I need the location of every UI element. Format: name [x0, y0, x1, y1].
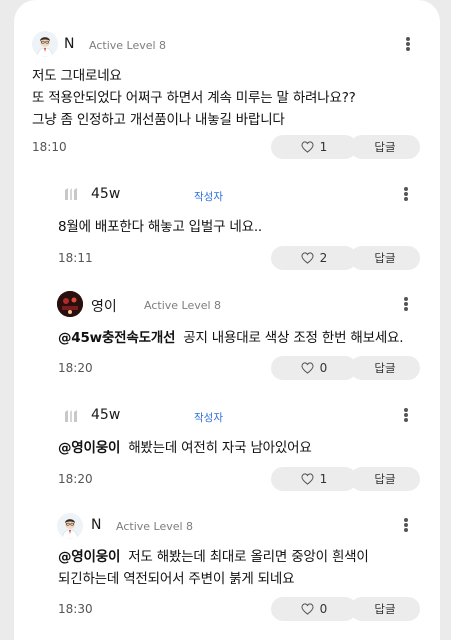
- author-badge: 작성자: [194, 191, 223, 203]
- heart-icon: [301, 603, 314, 615]
- more-options-icon[interactable]: [401, 185, 411, 203]
- more-options-icon[interactable]: [401, 406, 411, 424]
- user-avatar[interactable]: [58, 403, 84, 429]
- mention-tag[interactable]: @45w충전속도개선: [58, 330, 175, 346]
- like-count: 1: [319, 140, 328, 154]
- comment-text: 8월에 배포한다 해놓고 입벌구 네요..: [58, 216, 262, 238]
- comment-time: 18:20: [58, 472, 93, 486]
- user-level: Active Level 8: [89, 39, 167, 52]
- doctor-avatar-icon: [57, 513, 83, 539]
- heart-icon: [301, 252, 314, 264]
- user-avatar[interactable]: [57, 513, 83, 539]
- comment-time: 18:20: [58, 361, 93, 375]
- comment-line: 해봤는데 여전히 자국 남아있어요: [128, 440, 312, 456]
- heart-icon: [301, 362, 314, 374]
- user-level: Active Level 8: [116, 520, 194, 533]
- like-count: 0: [319, 602, 328, 616]
- comment-line: 저도 해봤는데 최대로 올리면 중앙이 흰색이: [128, 549, 369, 565]
- comment-line: 저도 그대로네요: [32, 68, 122, 84]
- like-button[interactable]: 1: [271, 135, 357, 159]
- more-options-icon[interactable]: [401, 295, 411, 313]
- comment-text: @영이웅이 해봤는데 여전히 자국 남아있어요: [58, 437, 312, 459]
- username[interactable]: N: [64, 36, 74, 52]
- like-button[interactable]: 0: [271, 356, 357, 380]
- comment-line: 되긴하는데 역전되어서 주변이 붉게 되네요: [58, 571, 295, 587]
- mention-tag[interactable]: @영이웅이: [58, 549, 120, 565]
- username[interactable]: 45w: [91, 407, 120, 423]
- comment-line: 공지 내용대로 색상 조정 한번 해보세요.: [183, 330, 404, 346]
- doctor-avatar-icon: [32, 31, 58, 57]
- comment-text: 저도 그대로네요 또 적용안되었다 어쩌구 하면서 계속 미루는 말 하려나요?…: [32, 65, 356, 131]
- comment-text: @영이웅이 저도 해봤는데 최대로 올리면 중앙이 흰색이 되긴하는데 역전되어서…: [58, 546, 369, 590]
- photo-avatar-icon: [57, 291, 83, 317]
- mention-tag[interactable]: @영이웅이: [58, 440, 120, 456]
- comment-line: 8월에 배포한다 해놓고 입벌구 네요..: [58, 219, 263, 235]
- like-button[interactable]: 1: [271, 467, 357, 491]
- heart-icon: [301, 473, 314, 485]
- user-avatar[interactable]: [57, 291, 83, 317]
- reply-button[interactable]: 답글: [350, 246, 420, 270]
- user-avatar[interactable]: [58, 181, 84, 207]
- default-avatar-icon: [65, 410, 77, 422]
- comment-time: 18:11: [58, 251, 93, 265]
- more-options-icon[interactable]: [403, 35, 413, 53]
- like-count: 0: [319, 361, 328, 375]
- comment-time: 18:30: [58, 602, 93, 616]
- comment-card: N Active Level 8 저도 그대로네요 또 적용안되었다 어쩌구 하…: [14, 0, 440, 640]
- like-button[interactable]: 0: [271, 597, 357, 621]
- username[interactable]: N: [91, 517, 101, 533]
- user-level: Active Level 8: [144, 299, 222, 312]
- default-avatar-icon: [65, 188, 77, 200]
- reply-button[interactable]: 답글: [350, 597, 420, 621]
- like-button[interactable]: 2: [271, 246, 357, 270]
- more-options-icon[interactable]: [401, 516, 411, 534]
- comment-line: 그냥 좀 인정하고 개선품이나 내놓길 바랍니다: [32, 112, 285, 128]
- comment-line: 또 적용안되었다 어쩌구 하면서 계속 미루는 말 하려나요??: [32, 90, 356, 106]
- comment-text: @45w충전속도개선 공지 내용대로 색상 조정 한번 해보세요.: [58, 327, 404, 349]
- like-count: 1: [319, 472, 328, 486]
- reply-button[interactable]: 답글: [350, 356, 420, 380]
- reply-button[interactable]: 답글: [350, 135, 420, 159]
- user-avatar[interactable]: [32, 31, 58, 57]
- heart-icon: [301, 141, 314, 153]
- username[interactable]: 영이: [91, 296, 117, 316]
- comment-time: 18:10: [32, 140, 67, 154]
- username[interactable]: 45w: [91, 186, 120, 202]
- author-badge: 작성자: [194, 412, 223, 424]
- like-count: 2: [319, 251, 328, 265]
- reply-button[interactable]: 답글: [350, 467, 420, 491]
